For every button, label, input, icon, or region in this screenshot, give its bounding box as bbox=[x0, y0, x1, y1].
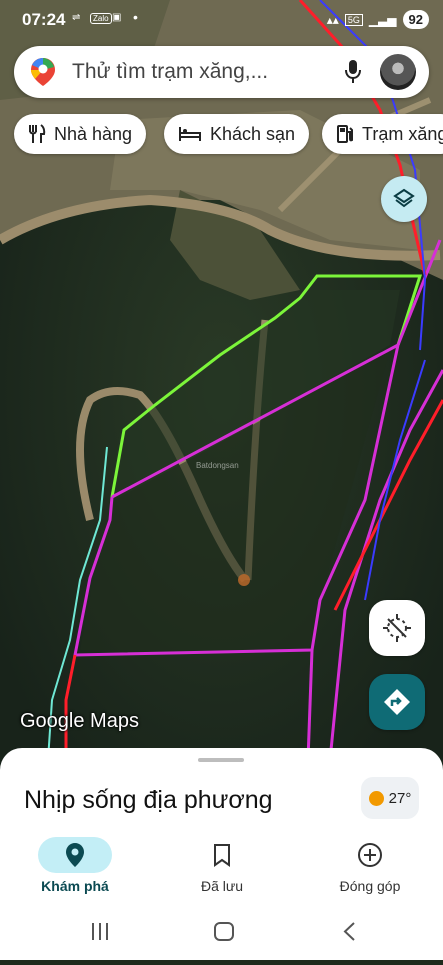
category-chips: Nhà hàng Khách sạn Trạm xăng bbox=[14, 114, 443, 156]
tab-saved[interactable]: Đã lưu bbox=[147, 834, 297, 894]
directions-button[interactable] bbox=[369, 674, 425, 730]
gas-station-icon bbox=[337, 125, 353, 143]
location-off-icon bbox=[383, 614, 411, 642]
explore-pin-icon bbox=[66, 843, 84, 867]
recent-apps-icon[interactable] bbox=[92, 923, 108, 940]
temperature: 27° bbox=[388, 789, 412, 807]
search-bar[interactable]: Thử tìm trạm xăng,... bbox=[14, 46, 429, 98]
zalo-icon: Zalo bbox=[90, 13, 112, 24]
network-type: 5G bbox=[344, 13, 363, 26]
hotel-icon bbox=[179, 127, 201, 141]
bottom-navigation: Khám phá Đã lưu Đóng góp bbox=[0, 830, 443, 900]
tab-label: Khám phá bbox=[41, 878, 109, 894]
layers-button[interactable] bbox=[381, 176, 427, 222]
dot-icon: • bbox=[133, 9, 138, 25]
restaurant-icon bbox=[29, 124, 46, 143]
location-button[interactable] bbox=[369, 600, 425, 656]
sheet-title: Nhịp sống địa phương bbox=[24, 786, 273, 814]
screenshot-icon: ▣ bbox=[112, 12, 122, 23]
search-input[interactable]: Thử tìm trạm xăng,... bbox=[72, 60, 268, 84]
home-icon[interactable] bbox=[214, 922, 234, 941]
notification-icon: ⇌ bbox=[72, 12, 81, 23]
sun-icon bbox=[368, 790, 384, 806]
chip-gas-stations[interactable]: Trạm xăng bbox=[322, 114, 443, 154]
tab-contribute[interactable]: Đóng góp bbox=[295, 834, 443, 894]
google-maps-logo: Google Maps bbox=[20, 710, 139, 732]
sheet-drag-handle[interactable] bbox=[198, 758, 244, 762]
bookmark-icon bbox=[214, 844, 230, 867]
explore-sheet[interactable]: Nhịp sống địa phương 27° bbox=[0, 748, 443, 830]
system-navigation-bar bbox=[0, 900, 443, 960]
google-maps-pin-icon bbox=[30, 57, 56, 92]
battery-level: 92 bbox=[402, 10, 429, 29]
chip-restaurants[interactable]: Nhà hàng bbox=[14, 114, 147, 154]
status-bar: 07:24 ⇌ Zalo ▣ • ▴▴ 5G ▁▃▅ 92 bbox=[0, 0, 443, 40]
directions-icon bbox=[384, 689, 410, 715]
avatar[interactable] bbox=[380, 54, 416, 90]
tab-explore[interactable]: Khám phá bbox=[0, 834, 150, 894]
cell-signal-icon: ▁▃▅ bbox=[368, 12, 397, 27]
chip-label: Khách sạn bbox=[210, 123, 296, 144]
add-circle-icon bbox=[358, 843, 382, 867]
tab-label: Đã lưu bbox=[200, 878, 244, 894]
chip-hotels[interactable]: Khách sạn bbox=[164, 114, 310, 154]
clock: 07:24 bbox=[22, 10, 66, 29]
chip-label: Nhà hàng bbox=[54, 123, 133, 144]
wifi-signal-icon: ▴▴ bbox=[326, 12, 339, 27]
back-icon[interactable] bbox=[343, 922, 355, 941]
map-watermark: Batdongsan bbox=[196, 461, 239, 470]
microphone-icon[interactable] bbox=[344, 59, 362, 90]
chip-label: Trạm xăng bbox=[362, 123, 443, 144]
layers-icon bbox=[393, 188, 415, 208]
tab-label: Đóng góp bbox=[339, 878, 401, 894]
weather-badge[interactable]: 27° bbox=[361, 777, 419, 819]
